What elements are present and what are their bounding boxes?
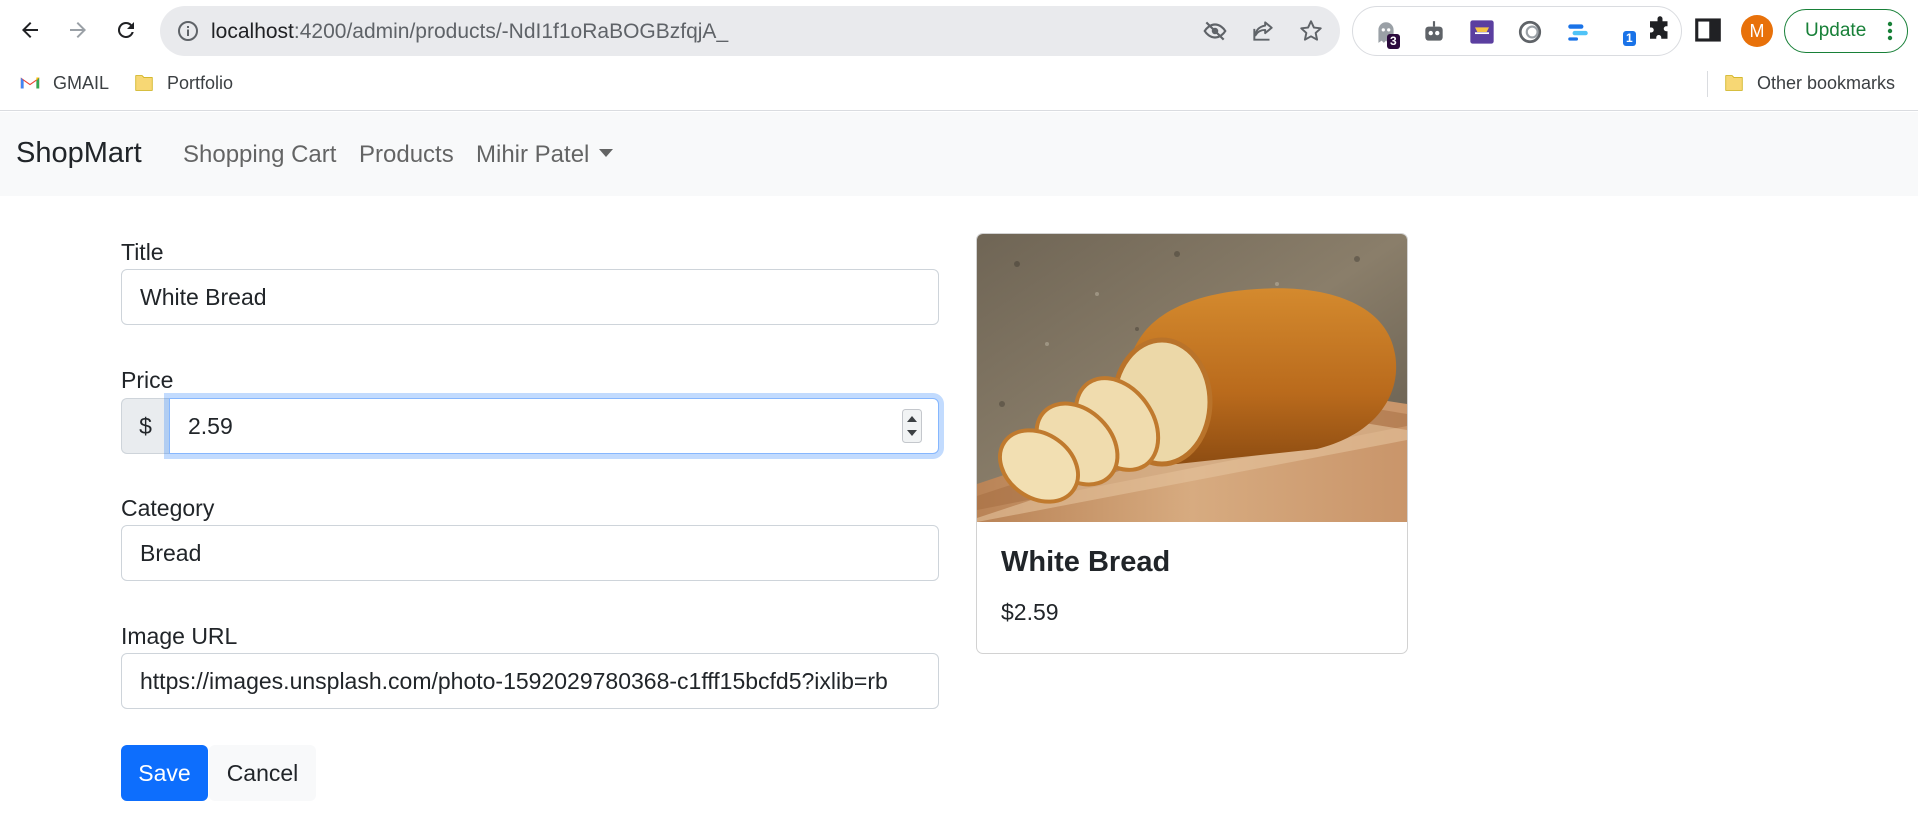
image-url-input[interactable]: https://images.unsplash.com/photo-159202… <box>121 653 939 709</box>
price-value: 2.59 <box>188 412 233 439</box>
bookmarks-divider <box>1707 71 1708 97</box>
price-label: Price <box>121 367 174 393</box>
title-input[interactable]: White Bread <box>121 269 939 325</box>
other-bookmarks[interactable]: Other bookmarks <box>1723 69 1895 97</box>
profile-avatar[interactable]: M <box>1741 15 1773 47</box>
preview-title: White Bread <box>1001 546 1171 578</box>
bars-extension-icon[interactable] <box>1563 17 1593 47</box>
more-vertical-icon <box>1887 21 1893 41</box>
cancel-button[interactable]: Cancel <box>209 745 316 801</box>
user-name: Mihir Patel <box>476 141 590 168</box>
preview-price: $2.59 <box>1001 599 1059 625</box>
user-dropdown[interactable]: Mihir Patel <box>476 141 614 169</box>
caret-down-icon <box>599 149 614 157</box>
share-icon[interactable] <box>1250 18 1276 44</box>
puzzle-extensions-icon[interactable] <box>1645 15 1675 45</box>
purple-extension-icon[interactable] <box>1467 17 1497 47</box>
star-icon[interactable] <box>1298 18 1324 44</box>
swirl-extension-icon[interactable] <box>1515 17 1545 47</box>
category-select[interactable]: Bread <box>121 525 939 581</box>
app-navbar: ShopMart Shopping Cart Products Mihir Pa… <box>0 112 1918 196</box>
url-text[interactable]: localhost:4200/admin/products/-NdI1f1oRa… <box>211 20 728 44</box>
forward-button[interactable] <box>60 12 96 48</box>
back-button[interactable] <box>12 12 48 48</box>
update-label: Update <box>1805 20 1867 41</box>
other-bookmarks-label: Other bookmarks <box>1757 72 1896 93</box>
bookmark-portfolio[interactable]: Portfolio <box>133 69 233 97</box>
ghost-extension-badge: 3 <box>1387 34 1400 49</box>
title-label: Title <box>121 239 164 265</box>
price-input[interactable]: 2.59 <box>169 398 939 454</box>
product-preview-card: White Bread $2.59 <box>976 233 1408 654</box>
eye-off-icon[interactable] <box>1202 18 1228 44</box>
browser-toolbar: localhost:4200/admin/products/-NdI1f1oRa… <box>0 0 1918 62</box>
arrow-left-icon <box>22 22 38 38</box>
counter-extension-badge: 1 <box>1623 31 1636 46</box>
update-button[interactable]: Update <box>1784 9 1908 53</box>
bookmark-gmail[interactable]: GMAIL <box>19 69 109 97</box>
address-bar[interactable]: localhost:4200/admin/products/-NdI1f1oRa… <box>160 6 1340 56</box>
extensions-area: 3 1 <box>1352 6 1682 56</box>
robot-extension-icon[interactable] <box>1419 17 1449 47</box>
bookmarks-bar: GMAIL Portfolio Other bookmarks <box>0 63 1918 103</box>
save-button[interactable]: Save <box>121 745 208 801</box>
folder-icon <box>135 75 153 91</box>
bookmark-gmail-label: GMAIL <box>53 72 110 93</box>
category-label: Category <box>121 495 215 521</box>
site-info-icon[interactable] <box>176 19 200 43</box>
currency-addon: $ <box>121 398 169 454</box>
image-url-label: Image URL <box>121 623 238 649</box>
product-image <box>977 234 1407 522</box>
nav-products[interactable]: Products <box>359 141 454 169</box>
url-path: :4200/admin/products/-NdI1f1oRaBOGBzfqjA… <box>293 20 729 43</box>
ghost-extension-icon[interactable]: 3 <box>1371 17 1401 49</box>
reload-icon <box>117 21 134 38</box>
arrow-right-icon <box>70 22 86 38</box>
side-panel-icon[interactable] <box>1693 15 1723 45</box>
gmail-icon <box>20 77 40 89</box>
nav-shopping-cart[interactable]: Shopping Cart <box>183 141 336 169</box>
brand-logo[interactable]: ShopMart <box>16 137 142 170</box>
reload-button[interactable] <box>108 12 144 48</box>
number-spinner-icon[interactable] <box>902 409 922 443</box>
folder-icon <box>1725 75 1743 91</box>
url-host: localhost <box>211 20 294 43</box>
counter-extension-icon[interactable]: 1 <box>1613 17 1643 47</box>
bookmark-portfolio-label: Portfolio <box>167 72 234 93</box>
browser-chrome: localhost:4200/admin/products/-NdI1f1oRa… <box>0 0 1918 111</box>
